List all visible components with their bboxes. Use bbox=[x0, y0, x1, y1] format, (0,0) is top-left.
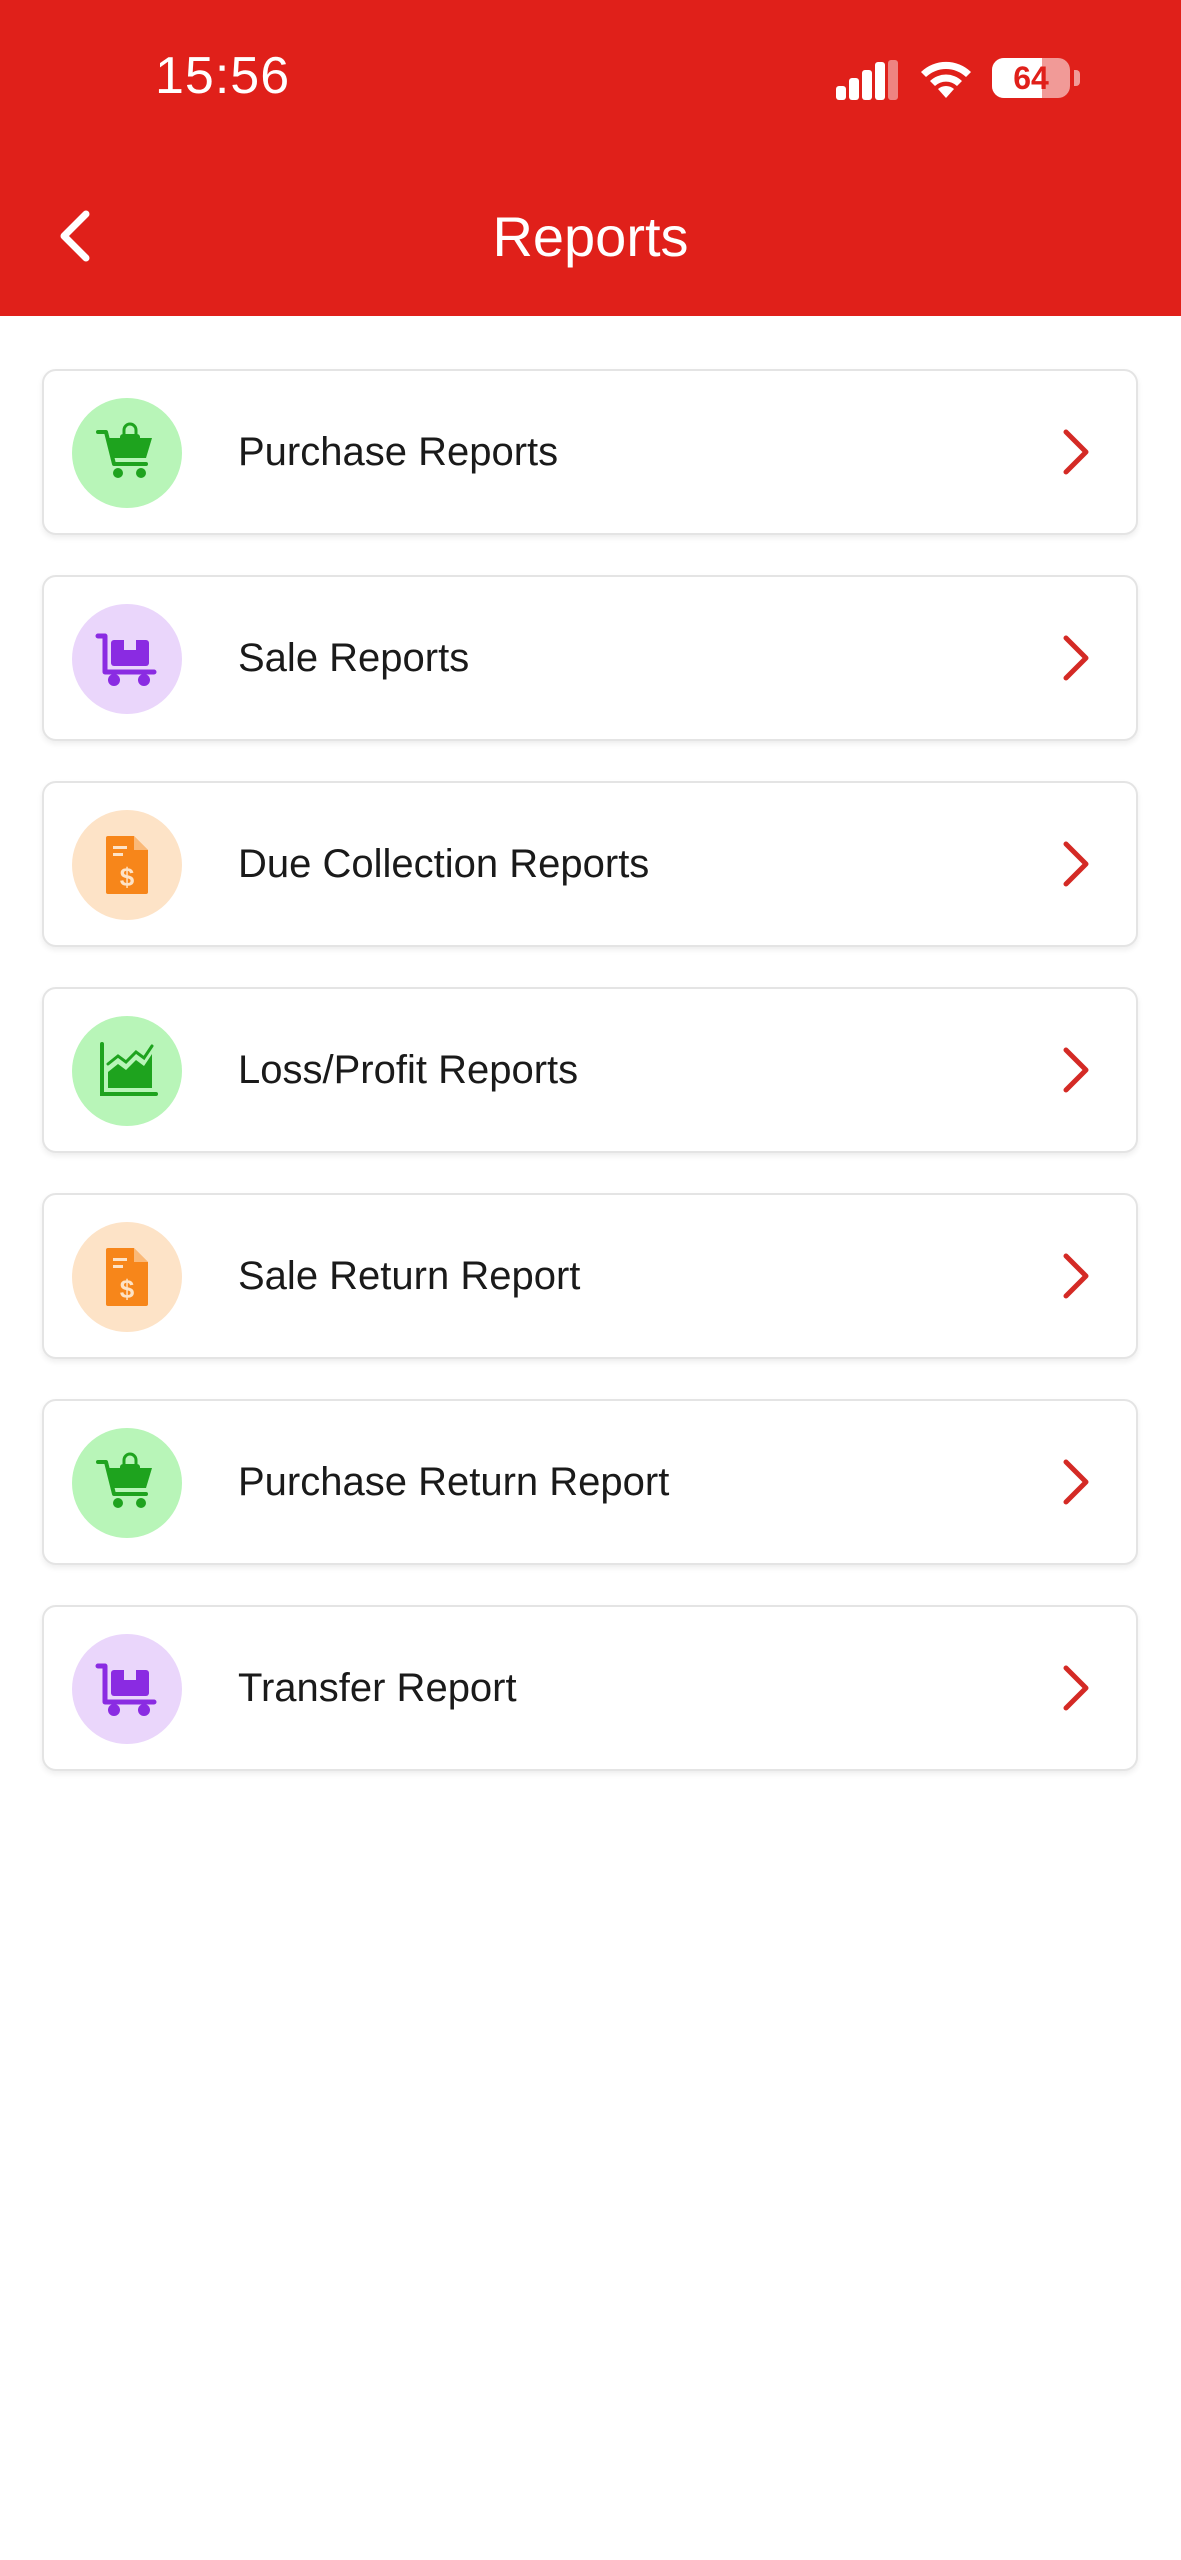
delivery-cart-icon bbox=[95, 633, 157, 686]
invoice-dollar-icon-badge: $ bbox=[72, 1222, 182, 1332]
app-header: 15:56 64 Reports bbox=[0, 0, 1181, 316]
page-title: Reports bbox=[492, 205, 689, 268]
battery-icon: 64 bbox=[992, 56, 1116, 102]
status-time: 15:56 bbox=[155, 47, 291, 105]
chevron-right-icon bbox=[1063, 635, 1089, 681]
chevron-right-icon bbox=[1063, 1047, 1089, 1093]
invoice-dollar-icon: $ bbox=[106, 836, 148, 894]
shopping-cart-icon bbox=[96, 422, 152, 478]
shopping-cart-icon-badge bbox=[72, 1428, 182, 1538]
area-chart-icon-badge bbox=[72, 1016, 182, 1126]
report-item-label: Sale Return Report bbox=[238, 1254, 581, 1298]
svg-text:$: $ bbox=[120, 862, 135, 892]
report-item-transfer-report[interactable]: Transfer Report bbox=[42, 1605, 1138, 1771]
report-item-sale-reports[interactable]: Sale Reports bbox=[42, 575, 1138, 741]
report-item-due-collection-reports[interactable]: $ Due Collection Reports bbox=[42, 781, 1138, 947]
chevron-right-icon bbox=[1063, 429, 1089, 475]
report-list: Purchase Reports Sale Reports $ Due Coll… bbox=[42, 369, 1138, 1811]
delivery-cart-icon bbox=[95, 1663, 157, 1716]
report-item-sale-return-report[interactable]: $ Sale Return Report bbox=[42, 1193, 1138, 1359]
wifi-icon bbox=[921, 61, 971, 98]
delivery-cart-icon-badge bbox=[72, 604, 182, 714]
report-item-label: Purchase Reports bbox=[238, 430, 559, 474]
chevron-right-icon bbox=[1063, 1459, 1089, 1505]
report-item-label: Due Collection Reports bbox=[238, 842, 650, 886]
chevron-right-icon bbox=[1063, 1253, 1089, 1299]
invoice-dollar-icon: $ bbox=[106, 1248, 148, 1306]
chevron-right-icon bbox=[1063, 1665, 1089, 1711]
report-item-purchase-return-report[interactable]: Purchase Return Report bbox=[42, 1399, 1138, 1565]
area-chart-icon bbox=[100, 1042, 158, 1096]
report-item-label: Purchase Return Report bbox=[238, 1460, 670, 1504]
report-item-label: Sale Reports bbox=[238, 636, 470, 680]
invoice-dollar-icon-badge: $ bbox=[72, 810, 182, 920]
shopping-cart-icon bbox=[96, 1452, 152, 1508]
report-item-label: Loss/Profit Reports bbox=[238, 1048, 579, 1092]
report-item-loss-profit-reports[interactable]: Loss/Profit Reports bbox=[42, 987, 1138, 1153]
delivery-cart-icon-badge bbox=[72, 1634, 182, 1744]
battery-level: 64 bbox=[1013, 60, 1049, 96]
report-item-purchase-reports[interactable]: Purchase Reports bbox=[42, 369, 1138, 535]
report-item-label: Transfer Report bbox=[238, 1666, 517, 1710]
chevron-right-icon bbox=[1063, 841, 1089, 887]
svg-text:$: $ bbox=[120, 1274, 135, 1304]
cellular-signal-icon bbox=[836, 60, 898, 100]
shopping-cart-icon-badge bbox=[72, 398, 182, 508]
